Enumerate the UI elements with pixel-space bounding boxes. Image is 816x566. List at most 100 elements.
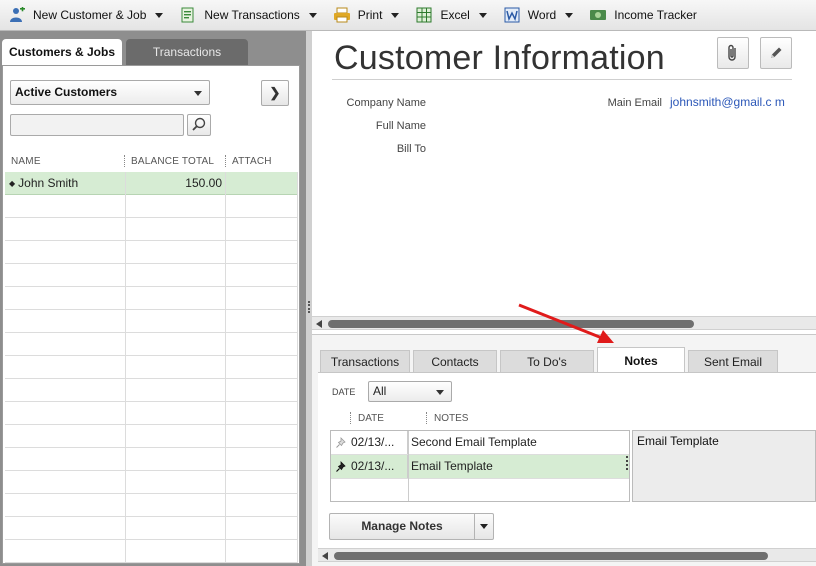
empty-cell xyxy=(126,517,226,540)
column-header-notes[interactable]: NOTES xyxy=(434,413,468,424)
tab-notes[interactable]: Notes xyxy=(597,347,685,373)
table-row[interactable]: 02/13/... Email Template xyxy=(331,455,629,478)
notes-tab-body: DATE All DATE NOTES 02/13/... Second Ema… xyxy=(318,373,816,561)
note-date: 02/13/... xyxy=(351,459,395,473)
chevron-down-icon[interactable] xyxy=(391,12,400,18)
empty-cell xyxy=(126,287,226,310)
empty-cell xyxy=(126,402,226,425)
empty-cell xyxy=(5,494,126,517)
empty-cell xyxy=(126,379,226,402)
date-filter-select[interactable]: All xyxy=(368,381,452,402)
tab-transactions[interactable]: Transactions xyxy=(126,39,248,65)
chevron-down-icon[interactable] xyxy=(565,12,574,18)
column-header-name[interactable]: NAME xyxy=(11,156,41,167)
income-tracker-button[interactable]: Income Tracker xyxy=(589,3,697,27)
empty-cell xyxy=(126,540,226,563)
word-button[interactable]: Word xyxy=(503,3,574,27)
pencil-icon xyxy=(771,47,782,58)
empty-cell xyxy=(126,241,226,264)
manage-notes-button[interactable]: Manage Notes xyxy=(329,513,494,540)
document-plus-icon xyxy=(181,7,194,23)
empty-cell xyxy=(226,379,298,402)
edit-customer-button[interactable] xyxy=(760,37,792,69)
chevron-down-icon[interactable] xyxy=(155,12,164,18)
customer-info-panel: Customer Information Company Name Full N… xyxy=(312,31,816,566)
customer-filter-select[interactable]: Active Customers xyxy=(10,80,210,105)
column-header-attach[interactable]: ATTACH xyxy=(232,156,272,167)
tab-customers-jobs[interactable]: Customers & Jobs xyxy=(2,39,122,67)
notes-horizontal-scrollbar[interactable] xyxy=(318,548,816,562)
empty-table-row xyxy=(5,379,298,402)
tab-sent-email[interactable]: Sent Email xyxy=(688,350,778,372)
scrollbar-thumb[interactable] xyxy=(334,552,768,560)
empty-cell xyxy=(226,287,298,310)
page-title: Customer Information xyxy=(334,39,665,77)
column-resize-handle[interactable] xyxy=(124,155,126,167)
print-label: Print xyxy=(357,8,383,22)
info-horizontal-scrollbar[interactable] xyxy=(312,316,816,330)
word-icon xyxy=(504,7,520,23)
empty-table-row xyxy=(5,218,298,241)
table-row[interactable]: ◆ John Smith 150.00 xyxy=(5,172,298,195)
empty-table-row xyxy=(5,264,298,287)
empty-table-row xyxy=(5,333,298,356)
empty-cell xyxy=(226,241,298,264)
empty-cell xyxy=(126,494,226,517)
date-filter-label: DATE xyxy=(332,387,356,397)
person-add-icon xyxy=(10,7,25,22)
empty-cell xyxy=(226,356,298,379)
column-header-date[interactable]: DATE xyxy=(358,413,384,424)
main-email-label: Main Email xyxy=(607,97,662,109)
empty-cell xyxy=(5,448,126,471)
print-button[interactable]: Print xyxy=(333,3,400,27)
empty-table-row xyxy=(5,540,298,563)
column-resize-handle[interactable] xyxy=(350,412,352,424)
tab-contacts[interactable]: Contacts xyxy=(413,350,497,372)
column-header-balance[interactable]: BALANCE TOTAL xyxy=(131,156,214,167)
empty-cell xyxy=(226,471,298,494)
new-customer-job-button[interactable]: New Customer & Job xyxy=(8,3,164,27)
tab-transactions-detail[interactable]: Transactions xyxy=(320,350,410,372)
scroll-left-arrow-icon[interactable] xyxy=(316,320,322,328)
chevron-down-icon[interactable] xyxy=(478,12,487,18)
table-row[interactable]: 02/13/... Second Email Template xyxy=(331,431,629,454)
scrollbar-thumb[interactable] xyxy=(328,320,694,328)
empty-cell xyxy=(5,264,126,287)
column-resize-handle[interactable] xyxy=(225,155,227,167)
chevron-down-icon[interactable] xyxy=(480,524,488,529)
toolbar: New Customer & Job New Transactions Prin… xyxy=(0,0,816,31)
chevron-down-icon[interactable] xyxy=(308,12,317,18)
scroll-left-arrow-icon[interactable] xyxy=(322,552,328,560)
note-date: 02/13/... xyxy=(351,435,395,449)
paperclip-icon xyxy=(728,44,736,61)
expand-panel-button[interactable]: ❯ xyxy=(261,80,289,106)
empty-cell xyxy=(226,402,298,425)
note-date-cell: 02/13/... xyxy=(331,455,408,478)
empty-table-row xyxy=(5,425,298,448)
search-button[interactable] xyxy=(187,114,211,136)
attach-cell xyxy=(226,172,298,195)
empty-cell xyxy=(5,356,126,379)
excel-label: Excel xyxy=(440,8,470,22)
column-divider xyxy=(408,431,409,501)
note-text-cell: Second Email Template xyxy=(411,435,537,449)
empty-cell xyxy=(5,471,126,494)
tab-to-dos[interactable]: To Do's xyxy=(500,350,594,372)
empty-cell xyxy=(226,448,298,471)
excel-button[interactable]: Excel xyxy=(415,3,487,27)
column-resize-handle[interactable] xyxy=(426,412,428,424)
customer-search-input[interactable] xyxy=(10,114,184,136)
empty-cell xyxy=(226,425,298,448)
new-transactions-button[interactable]: New Transactions xyxy=(179,3,317,27)
empty-cell xyxy=(5,310,126,333)
main-email-value[interactable]: johnsmith@gmail.c m xyxy=(670,95,785,109)
empty-cell xyxy=(5,402,126,425)
notes-splitter-grip-icon[interactable] xyxy=(626,456,628,470)
empty-cell xyxy=(126,310,226,333)
empty-cell xyxy=(226,218,298,241)
income-tracker-label: Income Tracker xyxy=(614,8,697,22)
empty-cell xyxy=(126,425,226,448)
attach-file-button[interactable] xyxy=(717,37,749,69)
new-customer-job-label: New Customer & Job xyxy=(33,8,147,22)
chevron-down-icon xyxy=(194,91,202,96)
